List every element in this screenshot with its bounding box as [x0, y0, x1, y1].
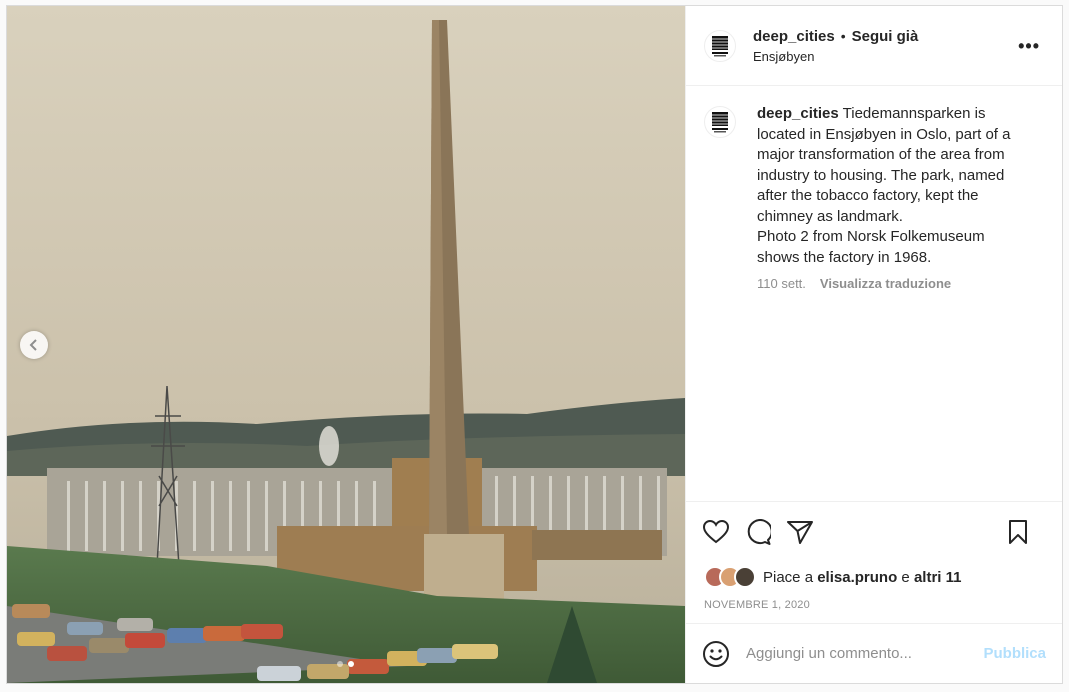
- carousel-dot-active: [348, 661, 354, 667]
- caption-body: Tiedemannsparken is located in Ensjøbyen…: [757, 105, 1011, 225]
- chevron-left-icon: [29, 339, 37, 351]
- deep-cities-logo: [712, 112, 728, 133]
- likes-summary: Piace a elisa.pruno e altri 11: [686, 561, 1062, 593]
- share-button[interactable]: [786, 518, 814, 546]
- liker-username[interactable]: elisa.pruno: [817, 569, 897, 586]
- emoji-button[interactable]: [702, 640, 730, 668]
- other-likes-link[interactable]: altri 11: [914, 569, 962, 586]
- factory-chimney-photo: [7, 6, 685, 683]
- post-photo[interactable]: [7, 6, 685, 683]
- caption-age: 110 sett.: [757, 276, 806, 291]
- post-sidebar: deep_cities • Segui già Ensjøbyen ••• de…: [685, 6, 1062, 683]
- caption-text: deep_cities Tiedemannsparken is located …: [757, 104, 1029, 268]
- likes-conj: e: [901, 568, 910, 586]
- caption-avatar[interactable]: [704, 106, 736, 138]
- comment-icon: [747, 518, 771, 545]
- deep-cities-logo: [712, 35, 728, 56]
- likes-prefix: Piace a: [763, 568, 814, 586]
- carousel-dot: [337, 661, 343, 667]
- heart-icon: [703, 519, 729, 543]
- caption-section: deep_cities Tiedemannsparken is located …: [686, 86, 1062, 501]
- previous-photo-button[interactable]: [20, 331, 48, 359]
- post-header: deep_cities • Segui già Ensjøbyen •••: [686, 6, 1062, 86]
- avatar[interactable]: [704, 29, 736, 62]
- save-button[interactable]: [1004, 518, 1032, 546]
- post-location[interactable]: Ensjøbyen: [753, 49, 918, 64]
- like-button[interactable]: [702, 518, 730, 546]
- smiley-icon: [703, 640, 729, 667]
- publish-button[interactable]: Pubblica: [983, 645, 1046, 662]
- translate-button[interactable]: Visualizza traduzione: [820, 276, 951, 291]
- comment-composer: Pubblica: [686, 623, 1062, 683]
- likes-text: Piace a elisa.pruno e altri 11: [763, 569, 961, 586]
- liker-avatars: [704, 566, 756, 588]
- caption-username[interactable]: deep_cities: [757, 105, 839, 122]
- more-options-button[interactable]: •••: [1018, 36, 1040, 57]
- post-dialog: deep_cities • Segui già Ensjøbyen ••• de…: [6, 5, 1063, 684]
- bookmark-icon: [1009, 519, 1027, 544]
- comment-input[interactable]: [746, 645, 984, 662]
- separator-bullet: •: [840, 28, 846, 44]
- post-author-username[interactable]: deep_cities: [753, 28, 835, 45]
- carousel-indicator: [337, 661, 354, 667]
- liker-avatar[interactable]: [734, 566, 756, 588]
- comment-button[interactable]: [744, 518, 772, 546]
- action-bar: [686, 501, 1062, 561]
- paper-plane-icon: [787, 520, 813, 544]
- caption-body-2: Photo 2 from Norsk Folkemuseum shows the…: [757, 228, 985, 266]
- following-button[interactable]: Segui già: [852, 28, 919, 45]
- post-date[interactable]: NOVEMBRE 1, 2020: [686, 593, 1062, 623]
